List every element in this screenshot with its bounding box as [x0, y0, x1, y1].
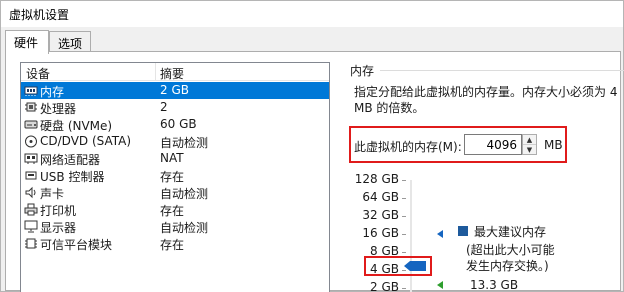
- device-summary: 存在: [160, 170, 185, 184]
- tab-options-label: 选项: [58, 37, 83, 51]
- scale-label-64gb: 64 GB: [362, 190, 399, 204]
- device-row-processor[interactable]: 处理器 2: [21, 99, 329, 116]
- device-row-tpm[interactable]: 可信平台模块 存在: [21, 235, 329, 252]
- tab-hardware[interactable]: 硬件: [5, 30, 49, 54]
- device-name: 网络适配器: [40, 153, 101, 167]
- device-row-name-cell: CD/DVD (SATA): [21, 133, 155, 150]
- scale-tick: [402, 198, 406, 199]
- scale-label-32gb: 32 GB: [362, 208, 399, 222]
- display-icon: [24, 220, 38, 233]
- vm-settings-window: 虚拟机设置 硬件 选项 设备 摘要 内存 2 GB 处理器 2 硬盘 (NVMe…: [0, 0, 624, 292]
- max-recommended-note-line2: 发生内存交换。): [466, 259, 549, 273]
- device-summary: 存在: [160, 204, 185, 218]
- max-recommended-value: 13.3 GB: [470, 278, 519, 292]
- column-separator[interactable]: [155, 63, 156, 81]
- spin-up-icon[interactable]: ▲: [523, 135, 536, 145]
- device-row-name-cell: 打印机: [21, 201, 155, 218]
- device-name: 内存: [40, 85, 65, 99]
- device-row-name-cell: 显示器: [21, 218, 155, 235]
- processor-icon: [25, 102, 37, 112]
- device-row-name-cell: 可信平台模块: [21, 235, 155, 252]
- memory-unit-label: MB: [544, 138, 563, 152]
- hard-disk-icon: [24, 120, 38, 129]
- device-row-name-cell: 声卡: [21, 184, 155, 201]
- device-name: 硬盘 (NVMe): [40, 119, 113, 133]
- scale-tick: [402, 234, 406, 235]
- device-summary: 自动检测: [160, 187, 209, 201]
- usb-controller-icon: [25, 171, 37, 180]
- device-row-cd-dvd[interactable]: CD/DVD (SATA) 自动检测: [21, 133, 329, 150]
- device-summary: 2 GB: [155, 82, 329, 99]
- device-row-sound-card[interactable]: 声卡 自动检测: [21, 184, 329, 201]
- column-header-device[interactable]: 设备: [26, 65, 50, 82]
- device-row-display[interactable]: 显示器 自动检测: [21, 218, 329, 235]
- memory-spinner[interactable]: ▲ ▼: [522, 134, 537, 155]
- device-list-header: 设备 摘要: [21, 63, 329, 81]
- max-recommended-label: 最大建议内存: [474, 225, 547, 239]
- device-summary: 存在: [160, 238, 185, 252]
- device-summary: 2: [160, 100, 168, 114]
- device-row-name-cell: 处理器: [21, 99, 155, 116]
- device-name: 处理器: [40, 102, 77, 116]
- device-row-memory[interactable]: 内存 2 GB: [21, 82, 329, 99]
- scale-label-16gb: 16 GB: [362, 226, 399, 240]
- memory-icon: [24, 86, 38, 96]
- max-recommended-marker-icon: [437, 230, 443, 238]
- tab-options[interactable]: 选项: [49, 31, 91, 53]
- scale-label-128gb: 128 GB: [354, 172, 399, 186]
- window-title: 虚拟机设置: [9, 8, 70, 22]
- memory-settings-group: 内存 指定分配给此虚拟机的内存量。内存大小必须为 4 MB 的倍数。 此虚拟机的…: [344, 62, 624, 292]
- sound-card-icon: [25, 186, 36, 199]
- scale-tick: [402, 216, 406, 217]
- device-summary: NAT: [160, 151, 184, 165]
- cd-dvd-icon: [25, 135, 37, 148]
- tab-hardware-label: 硬件: [14, 36, 39, 50]
- device-summary: 自动检测: [160, 221, 209, 235]
- device-name: 打印机: [40, 204, 77, 218]
- scale-tick: [402, 288, 406, 289]
- max-recommended-legend-icon: [458, 226, 468, 236]
- device-name: USB 控制器: [40, 170, 105, 184]
- device-row-usb-controller[interactable]: USB 控制器 存在: [21, 167, 329, 184]
- memory-slider-thumb[interactable]: [404, 261, 426, 271]
- device-name: CD/DVD (SATA): [40, 134, 132, 148]
- device-row-name-cell: 内存: [21, 82, 155, 99]
- device-row-hard-disk[interactable]: 硬盘 (NVMe) 60 GB: [21, 116, 329, 133]
- title-bar: 虚拟机设置: [1, 1, 623, 27]
- device-row-printer[interactable]: 打印机 存在: [21, 201, 329, 218]
- device-summary: 自动检测: [160, 136, 209, 150]
- device-row-name-cell: 网络适配器: [21, 150, 155, 167]
- max-recommended-note-line1: (超出此大小可能: [466, 243, 555, 257]
- scale-label-2gb: 2 GB: [370, 280, 399, 292]
- memory-description: 指定分配给此虚拟机的内存量。内存大小必须为 4 MB 的倍数。: [354, 85, 618, 115]
- network-adapter-icon: [24, 153, 38, 164]
- column-header-summary[interactable]: 摘要: [160, 65, 184, 82]
- device-list[interactable]: 设备 摘要 内存 2 GB 处理器 2 硬盘 (NVMe) 60 GB CD/D…: [20, 62, 330, 292]
- hardware-panel: 设备 摘要 内存 2 GB 处理器 2 硬盘 (NVMe) 60 GB CD/D…: [5, 51, 624, 292]
- scale-tick: [402, 180, 406, 181]
- device-name: 显示器: [40, 221, 77, 235]
- device-name: 声卡: [40, 187, 65, 201]
- spin-down-icon[interactable]: ▼: [523, 145, 536, 155]
- device-row-name-cell: 硬盘 (NVMe): [21, 116, 155, 133]
- recommended-marker-icon: [437, 281, 443, 289]
- device-row-name-cell: USB 控制器: [21, 167, 155, 184]
- group-divider: [344, 70, 624, 71]
- tpm-icon: [25, 238, 37, 249]
- scale-tick: [402, 252, 406, 253]
- device-name: 可信平台模块: [40, 238, 113, 252]
- printer-icon: [24, 203, 38, 216]
- memory-field-label: 此虚拟机的内存(M):: [354, 140, 462, 154]
- device-summary: 60 GB: [160, 117, 197, 131]
- device-row-network-adapter[interactable]: 网络适配器 NAT: [21, 150, 329, 167]
- memory-size-input[interactable]: [464, 134, 522, 155]
